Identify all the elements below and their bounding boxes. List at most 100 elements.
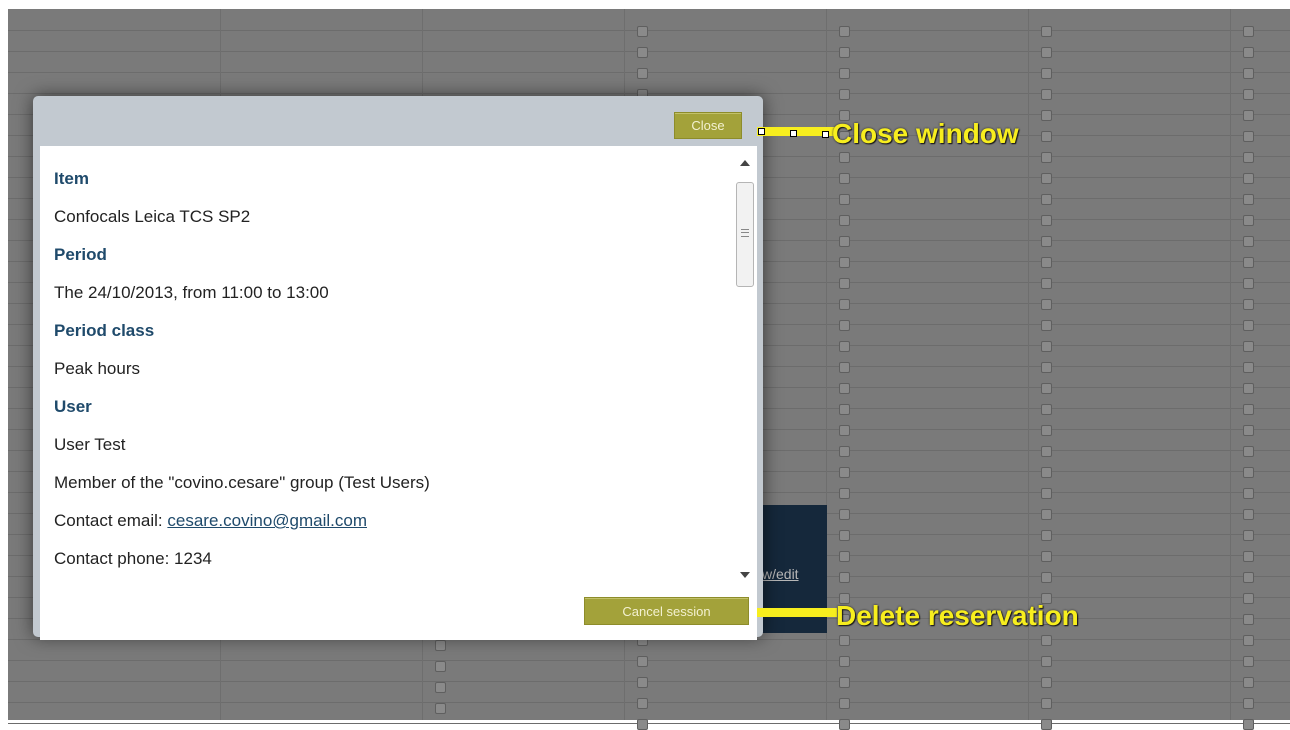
- background-checkbox[interactable]: [637, 26, 648, 37]
- background-checkbox[interactable]: [1041, 446, 1052, 457]
- background-checkbox[interactable]: [1041, 236, 1052, 247]
- background-checkbox[interactable]: [1041, 278, 1052, 289]
- background-checkbox[interactable]: [839, 404, 850, 415]
- background-checkbox[interactable]: [1041, 362, 1052, 373]
- background-checkbox[interactable]: [839, 425, 850, 436]
- background-checkbox[interactable]: [1041, 194, 1052, 205]
- background-checkbox[interactable]: [839, 152, 850, 163]
- background-checkbox[interactable]: [637, 68, 648, 79]
- background-checkbox[interactable]: [839, 173, 850, 184]
- background-checkbox[interactable]: [1041, 656, 1052, 667]
- background-checkbox[interactable]: [1243, 68, 1254, 79]
- background-checkbox[interactable]: [1041, 698, 1052, 709]
- background-checkbox[interactable]: [839, 194, 850, 205]
- background-checkbox[interactable]: [1041, 320, 1052, 331]
- background-checkbox[interactable]: [1243, 572, 1254, 583]
- background-checkbox[interactable]: [637, 656, 648, 667]
- background-checkbox[interactable]: [839, 26, 850, 37]
- background-checkbox[interactable]: [839, 572, 850, 583]
- background-checkbox[interactable]: [1243, 488, 1254, 499]
- background-checkbox[interactable]: [839, 656, 850, 667]
- background-checkbox[interactable]: [1041, 47, 1052, 58]
- background-checkbox[interactable]: [1041, 467, 1052, 478]
- background-checkbox[interactable]: [435, 682, 446, 693]
- background-checkbox[interactable]: [1243, 131, 1254, 142]
- background-checkbox[interactable]: [1041, 299, 1052, 310]
- background-checkbox[interactable]: [839, 719, 850, 730]
- background-checkbox[interactable]: [1243, 47, 1254, 58]
- background-checkbox[interactable]: [637, 719, 648, 730]
- background-checkbox[interactable]: [839, 278, 850, 289]
- background-checkbox[interactable]: [1041, 425, 1052, 436]
- background-checkbox[interactable]: [1243, 194, 1254, 205]
- background-checkbox[interactable]: [839, 341, 850, 352]
- background-checkbox[interactable]: [1243, 593, 1254, 604]
- background-checkbox[interactable]: [839, 89, 850, 100]
- background-checkbox[interactable]: [1041, 341, 1052, 352]
- background-checkbox[interactable]: [637, 677, 648, 688]
- background-checkbox[interactable]: [839, 677, 850, 688]
- background-checkbox[interactable]: [1243, 236, 1254, 247]
- scrollbar-thumb[interactable]: [736, 182, 754, 287]
- background-checkbox[interactable]: [1243, 383, 1254, 394]
- background-checkbox[interactable]: [1243, 467, 1254, 478]
- background-checkbox[interactable]: [1041, 404, 1052, 415]
- background-checkbox[interactable]: [1041, 572, 1052, 583]
- background-checkbox[interactable]: [839, 446, 850, 457]
- background-checkbox[interactable]: [1243, 320, 1254, 331]
- background-checkbox[interactable]: [1041, 173, 1052, 184]
- background-checkbox[interactable]: [1243, 446, 1254, 457]
- background-checkbox[interactable]: [839, 551, 850, 562]
- background-checkbox[interactable]: [435, 640, 446, 651]
- background-checkbox[interactable]: [839, 509, 850, 520]
- background-checkbox[interactable]: [1243, 26, 1254, 37]
- background-checkbox[interactable]: [839, 635, 850, 646]
- background-checkbox[interactable]: [1041, 509, 1052, 520]
- background-checkbox[interactable]: [1041, 26, 1052, 37]
- background-checkbox[interactable]: [839, 698, 850, 709]
- background-checkbox[interactable]: [1243, 173, 1254, 184]
- background-checkbox[interactable]: [839, 488, 850, 499]
- background-checkbox[interactable]: [1041, 383, 1052, 394]
- background-checkbox[interactable]: [435, 703, 446, 714]
- background-checkbox[interactable]: [839, 215, 850, 226]
- background-checkbox[interactable]: [1041, 89, 1052, 100]
- background-checkbox[interactable]: [1243, 299, 1254, 310]
- close-button[interactable]: Close: [674, 112, 742, 139]
- background-checkbox[interactable]: [1041, 257, 1052, 268]
- background-checkbox[interactable]: [1243, 719, 1254, 730]
- scroll-down-icon[interactable]: [740, 572, 750, 578]
- vertical-scrollbar[interactable]: [735, 152, 755, 584]
- background-checkbox[interactable]: [1041, 68, 1052, 79]
- background-checkbox[interactable]: [839, 257, 850, 268]
- background-checkbox[interactable]: [1243, 698, 1254, 709]
- background-checkbox[interactable]: [1243, 362, 1254, 373]
- background-checkbox[interactable]: [1243, 215, 1254, 226]
- background-edit-link[interactable]: w/edit: [762, 566, 799, 582]
- background-checkbox[interactable]: [1243, 110, 1254, 121]
- background-checkbox[interactable]: [1041, 488, 1052, 499]
- background-checkbox[interactable]: [1243, 635, 1254, 646]
- background-checkbox[interactable]: [839, 530, 850, 541]
- background-checkbox[interactable]: [1243, 152, 1254, 163]
- contact-email-link[interactable]: cesare.covino@gmail.com: [167, 511, 367, 530]
- background-checkbox[interactable]: [1243, 614, 1254, 625]
- background-checkbox[interactable]: [1041, 635, 1052, 646]
- background-checkbox[interactable]: [1243, 257, 1254, 268]
- background-checkbox[interactable]: [839, 467, 850, 478]
- background-checkbox[interactable]: [1041, 131, 1052, 142]
- background-checkbox[interactable]: [839, 236, 850, 247]
- background-checkbox[interactable]: [839, 320, 850, 331]
- background-checkbox[interactable]: [839, 383, 850, 394]
- background-checkbox[interactable]: [1243, 551, 1254, 562]
- background-checkbox[interactable]: [839, 68, 850, 79]
- background-checkbox[interactable]: [1243, 278, 1254, 289]
- background-checkbox[interactable]: [839, 299, 850, 310]
- cancel-session-button[interactable]: Cancel session: [584, 597, 749, 625]
- background-checkbox[interactable]: [1243, 677, 1254, 688]
- scroll-up-icon[interactable]: [740, 160, 750, 166]
- background-checkbox[interactable]: [1041, 530, 1052, 541]
- background-checkbox[interactable]: [1041, 152, 1052, 163]
- background-checkbox[interactable]: [1243, 341, 1254, 352]
- background-checkbox[interactable]: [1243, 89, 1254, 100]
